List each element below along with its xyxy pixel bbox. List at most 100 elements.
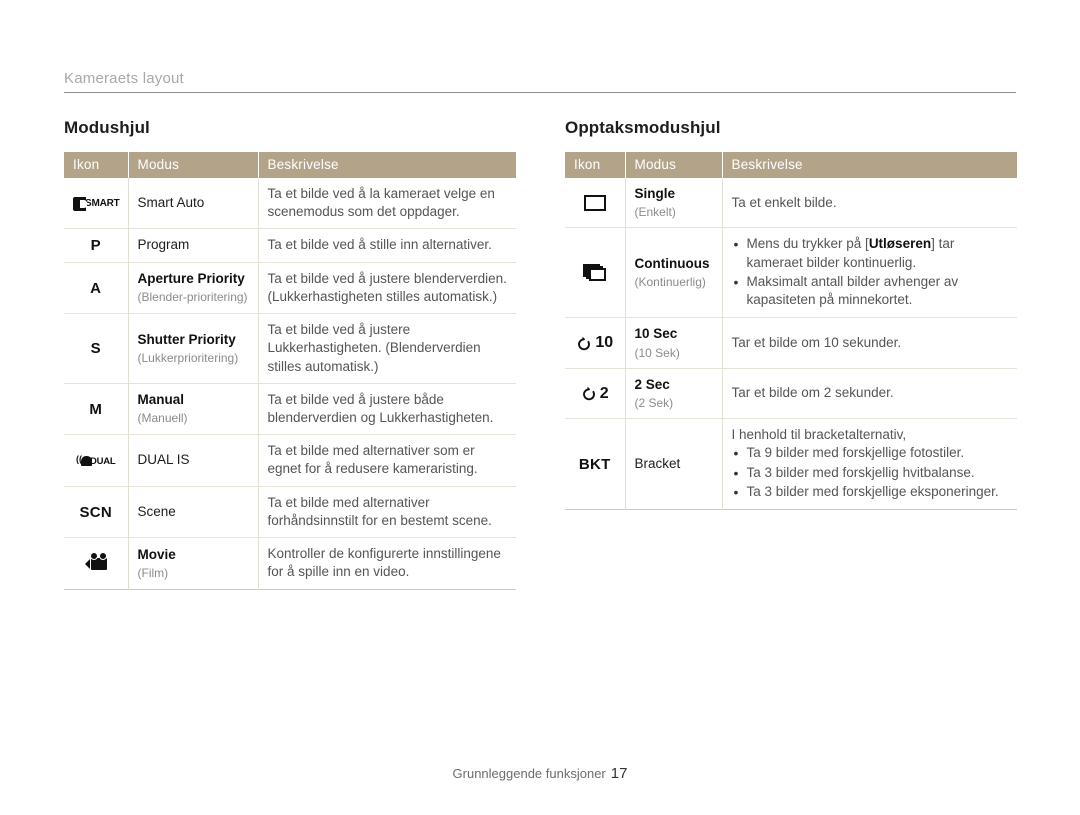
cell-mode: Scene — [128, 485, 259, 538]
cell-description: Tar et bilde om 10 sekunder. — [722, 317, 1017, 369]
column-header-modus: Modus — [128, 152, 259, 178]
table-header-row: Ikon Modus Beskrivelse — [64, 152, 516, 178]
mode-name: Program — [137, 237, 190, 253]
mode-name: Manual — [137, 392, 185, 408]
single-shot-icon — [583, 195, 606, 212]
cell-icon — [64, 537, 129, 589]
movie-lens-shape — [84, 558, 90, 569]
mode-name: Scene — [137, 503, 176, 519]
list-item: Ta 9 bilder med forskjellige fotostiler. — [734, 444, 1009, 463]
table-row: 2 2 Sec (2 Sek) Tar et bilde om 2 sekund… — [565, 367, 1017, 419]
cell-mode: 2 Sec (2 Sek) — [625, 367, 723, 419]
keyword-shutter: Utløseren — [868, 236, 932, 252]
mode-name: Continuous — [634, 256, 710, 272]
column-header-ikon: Ikon — [565, 152, 626, 178]
table-row: (( DUAL DUAL IS Ta et bilde med alternat… — [64, 434, 516, 487]
cell-description: I henhold til bracketalternativ, Ta 9 bi… — [722, 418, 1017, 510]
running-head: Kameraets layout — [64, 70, 1016, 93]
frame-front-shape — [588, 268, 606, 282]
description-bullet-list: Mens du trykker på [Utløseren] tar kamer… — [732, 235, 1009, 309]
mode-name: Aperture Priority — [137, 271, 245, 287]
smart-auto-icon-label: SMART — [85, 197, 120, 209]
cell-mode: Continuous (Kontinuerlig) — [625, 227, 723, 318]
movie-body-shape — [89, 551, 107, 570]
camera-body-shape — [73, 196, 87, 211]
table-row: S Shutter Priority (Lukkerprioritering) … — [64, 313, 516, 384]
cell-mode: Smart Auto — [128, 178, 259, 229]
mode-name: 2 Sec — [634, 376, 670, 392]
description-bullet-list: Ta 9 bilder med forskjellige fotostiler.… — [732, 444, 1009, 502]
section-title-opptaksmodushjul: Opptaksmodushjul — [565, 118, 721, 137]
cell-icon: 2 — [565, 367, 626, 419]
bracket-icon: BKT — [578, 455, 611, 473]
dual-is-icon: (( DUAL — [76, 454, 116, 468]
table-row: SMART Smart Auto Ta et bilde ved å la ka… — [64, 178, 516, 229]
cell-description: Ta et bilde med alternativer forhåndsinn… — [258, 485, 516, 538]
mode-alt-name: (Film) — [137, 565, 169, 580]
cell-description: Ta et bilde ved å stille inn alternative… — [258, 228, 516, 263]
mode-alt-name: (Blender-prioritering) — [137, 290, 248, 305]
list-item: Ta 3 bilder med forskjellig hvitbalanse. — [734, 464, 1009, 483]
opptaksmodushjul-table: Ikon Modus Beskrivelse Single (Enkelt) T… — [565, 152, 1017, 510]
table-row: M Manual (Manuell) Ta et bilde ved å jus… — [64, 382, 516, 435]
page-number: 17 — [610, 765, 628, 782]
cell-description: Ta et enkelt bilde. — [731, 194, 837, 210]
cell-description: Tar et bilde om 2 sekunder. — [722, 367, 1017, 419]
table-row: BKT Bracket I henhold til bracketalterna… — [565, 418, 1017, 510]
modushjul-table: Ikon Modus Beskrivelse SMART Smart Auto … — [64, 152, 516, 590]
column-header-modus: Modus — [625, 152, 723, 178]
continuous-shot-icon — [582, 264, 607, 282]
manual-mode-icon: M — [89, 400, 103, 418]
footer-label: Grunnleggende funksjoner — [452, 766, 606, 781]
cell-icon: (( DUAL — [64, 434, 129, 487]
section-opptaksmodushjul: Opptaksmodushjul Ikon Modus Beskrivelse — [565, 118, 1017, 590]
cell-mode: Program — [128, 228, 259, 263]
cell-icon: S — [64, 313, 129, 384]
column-header-beskrivelse: Beskrivelse — [258, 152, 516, 178]
running-head-rule — [64, 92, 1016, 93]
cell-description: Ta et bilde ved å justere både blenderve… — [258, 382, 516, 435]
table-header-row: Ikon Modus Beskrivelse — [565, 152, 1017, 178]
smart-auto-icon: SMART — [73, 196, 120, 211]
cell-mode: Bracket — [625, 418, 723, 510]
mode-alt-name: (10 Sek) — [634, 345, 680, 360]
table-row: Movie (Film) Kontroller de konfigurerte … — [64, 537, 516, 589]
movie-mode-icon — [84, 551, 107, 570]
dual-is-icon-label: DUAL — [89, 456, 116, 468]
cell-icon — [565, 178, 626, 228]
timer-glyph — [578, 336, 591, 350]
mode-alt-name: (Lukkerprioritering) — [137, 350, 239, 365]
timer-glyph — [582, 386, 595, 401]
cell-icon: 10 — [565, 317, 626, 369]
cell-icon: SMART — [64, 178, 129, 229]
table-row: P Program Ta et bilde ved å stille inn a… — [64, 228, 516, 263]
table-row: 10 10 Sec (10 Sek) Tar et bilde om 10 se… — [565, 317, 1017, 369]
cell-mode: Movie (Film) — [128, 537, 259, 589]
mode-alt-name: (Enkelt) — [634, 205, 676, 220]
cell-description: Kontroller de konfigurerte innstillingen… — [258, 537, 516, 589]
running-head-text: Kameraets layout — [64, 70, 184, 87]
cell-description: Ta et bilde ved å justere blenderverdien… — [258, 261, 516, 314]
table-row: Single (Enkelt) Ta et enkelt bilde. — [565, 178, 1017, 228]
list-item: Mens du trykker på [Utløseren] tar kamer… — [734, 235, 1009, 271]
aperture-priority-icon: A — [90, 279, 102, 297]
timer-2sec-icon-label: 2 — [599, 384, 609, 402]
mode-name: Single — [634, 186, 676, 201]
cell-icon: BKT — [565, 418, 626, 510]
cell-icon: M — [64, 382, 129, 435]
timer-10sec-icon: 10 — [576, 335, 613, 352]
mode-name: DUAL IS — [137, 452, 190, 468]
timer-10sec-icon-label: 10 — [595, 334, 614, 352]
cell-mode: DUAL IS — [128, 434, 259, 487]
cell-icon: SCN — [64, 485, 129, 538]
list-item: Ta 3 bilder med forskjellige eksponering… — [734, 483, 1009, 502]
cell-mode: Shutter Priority (Lukkerprioritering) — [128, 313, 259, 384]
cell-description: Ta et bilde ved å justere Lukkerhastighe… — [258, 313, 516, 384]
mode-name: Shutter Priority — [137, 331, 236, 347]
column-header-beskrivelse: Beskrivelse — [722, 152, 1017, 178]
section-title-modushjul: Modushjul — [64, 118, 150, 137]
cell-icon: A — [64, 261, 129, 314]
section-modushjul: Modushjul Ikon Modus Beskrivelse SMART S… — [64, 118, 516, 590]
page-body: Modushjul Ikon Modus Beskrivelse SMART S… — [0, 118, 1080, 590]
mode-alt-name: (2 Sek) — [634, 395, 674, 410]
